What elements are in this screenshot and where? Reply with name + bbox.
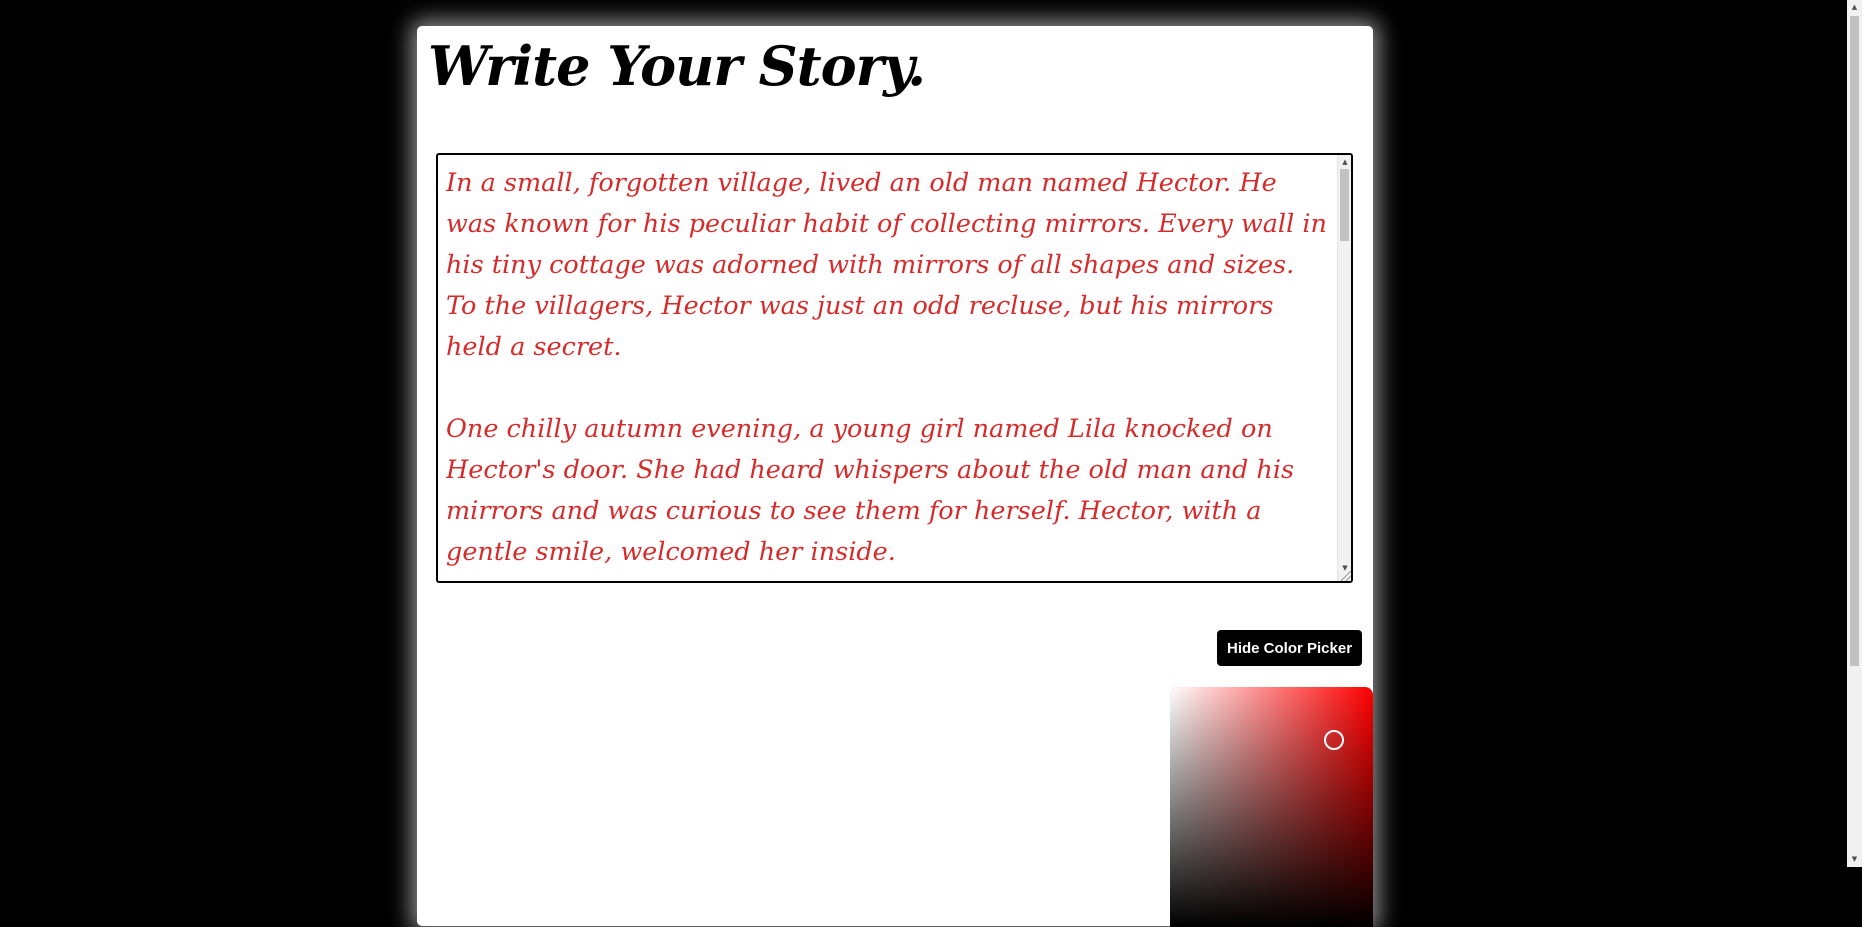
story-card: Write Your Story. In a small, forgotten … [417,26,1373,927]
color-picker-saturation-area[interactable] [1170,687,1373,927]
editor-scrollbar[interactable]: ▲ ▼ [1337,155,1351,581]
editor-scroll-thumb[interactable] [1340,169,1349,241]
page-scroll-up-icon[interactable]: ▲ [1847,0,1862,15]
color-picker-handle[interactable] [1324,730,1344,750]
page-scroll-down-icon[interactable]: ▼ [1847,852,1862,867]
page-scroll-thumb[interactable] [1850,16,1859,666]
story-editor[interactable]: In a small, forgotten village, lived an … [436,153,1353,583]
scroll-up-arrow-icon[interactable]: ▲ [1338,155,1351,169]
value-gradient [1170,687,1373,927]
story-textarea[interactable]: In a small, forgotten village, lived an … [446,163,1332,581]
hide-color-picker-button[interactable]: Hide Color Picker [1217,630,1363,666]
resize-grip-icon[interactable] [1341,571,1351,581]
page-scrollbar[interactable]: ▲ ▼ [1847,0,1862,867]
page-title: Write Your Story. [428,34,926,98]
